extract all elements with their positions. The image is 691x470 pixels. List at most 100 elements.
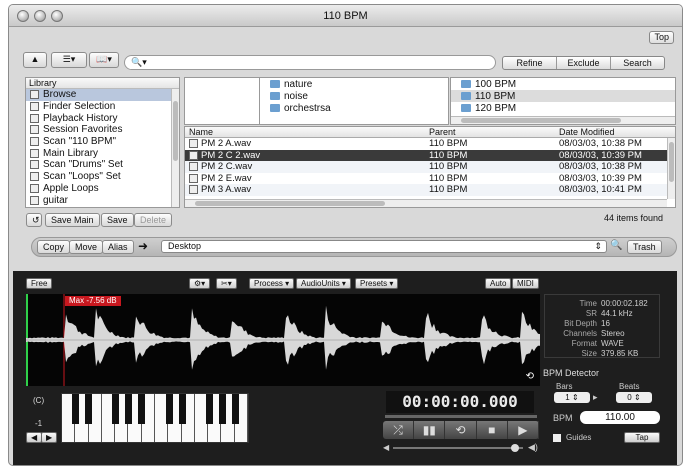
waveform-view[interactable]: Max -7.56 dB ⟲ bbox=[26, 294, 540, 386]
shuffle-icon[interactable]: ⤮ bbox=[383, 421, 415, 439]
black-key[interactable] bbox=[232, 394, 239, 424]
guides-checkbox[interactable] bbox=[553, 434, 561, 442]
scroll-thumb[interactable] bbox=[173, 101, 178, 161]
waveform bbox=[26, 294, 540, 386]
audio-file-icon bbox=[189, 185, 198, 195]
black-key[interactable] bbox=[138, 394, 145, 424]
save-main-button[interactable]: Save Main bbox=[45, 213, 100, 227]
audiounits-menu[interactable]: AudioUnits ▾ bbox=[296, 278, 351, 289]
search-input[interactable]: 🔍▾ bbox=[124, 55, 496, 70]
play-icon[interactable]: ▶ bbox=[508, 421, 540, 439]
volume-thumb[interactable] bbox=[511, 444, 519, 452]
sidebar-item-main-library[interactable]: Main Library bbox=[26, 147, 179, 159]
black-key[interactable] bbox=[85, 394, 92, 424]
table-row[interactable]: PM 2 A.wav 110 BPM 08/03/03, 10:38 PM bbox=[185, 138, 675, 150]
save-button[interactable]: Save bbox=[101, 213, 134, 227]
bpm-field[interactable]: 110.00 bbox=[580, 411, 660, 424]
black-key[interactable] bbox=[112, 394, 119, 424]
delete-button[interactable]: Delete bbox=[134, 213, 173, 227]
search-icon[interactable]: 🔍 bbox=[610, 240, 622, 251]
title-bar: 110 BPM bbox=[9, 5, 682, 27]
table-row-selected[interactable]: PM 2 C 2.wav 110 BPM 08/03/03, 10:39 PM bbox=[185, 149, 675, 161]
loop-toggle-icon[interactable]: ⟲ bbox=[445, 421, 477, 439]
search-button[interactable]: Search bbox=[611, 57, 664, 69]
black-key[interactable] bbox=[166, 394, 173, 424]
table-row[interactable]: PM 3 A.wav 110 BPM 08/03/03, 10:41 PM bbox=[185, 184, 675, 196]
eject-icon[interactable]: ▲ bbox=[23, 52, 47, 68]
column-middle: nature noise orchestrsa bbox=[259, 77, 449, 125]
scroll-thumb[interactable] bbox=[461, 118, 621, 123]
parent-cell: 110 BPM bbox=[429, 161, 468, 172]
list-view-icon[interactable]: ☰▾ bbox=[51, 52, 87, 68]
process-menu[interactable]: Process ▾ bbox=[249, 278, 295, 289]
top-button[interactable]: Top bbox=[649, 31, 674, 44]
parent-cell: 110 BPM bbox=[429, 172, 468, 184]
column-header-parent[interactable]: Parent bbox=[425, 127, 555, 137]
trash-button[interactable]: Trash bbox=[627, 240, 662, 254]
transport-controls: ⤮ ▮▮ ⟲ ■ ▶ bbox=[383, 421, 540, 439]
tap-button[interactable]: Tap bbox=[624, 432, 660, 443]
file-list-hscroll[interactable] bbox=[185, 199, 667, 207]
piano-keyboard[interactable] bbox=[61, 393, 249, 443]
table-row[interactable]: PM 2 E.wav 110 BPM 08/03/03, 10:39 PM bbox=[185, 173, 675, 185]
refine-button[interactable]: Refine bbox=[503, 57, 557, 69]
sidebar-item-scan-loops[interactable]: Scan "Loops" Set bbox=[26, 171, 179, 183]
list-item[interactable]: orchestrsa bbox=[260, 102, 448, 114]
tools-icon[interactable]: ✂▾ bbox=[216, 278, 237, 289]
book-icon[interactable]: 📖▾ bbox=[89, 52, 119, 68]
move-button[interactable]: Move bbox=[69, 240, 104, 254]
pause-icon[interactable]: ▮▮ bbox=[414, 421, 446, 439]
sidebar-item-browse[interactable]: Browse bbox=[26, 89, 179, 101]
destination-field[interactable]: Desktop ⇕ bbox=[161, 240, 607, 253]
sidebar-item-guitar[interactable]: guitar bbox=[26, 194, 179, 206]
black-key[interactable] bbox=[179, 394, 186, 424]
midi-button[interactable]: MIDI bbox=[512, 278, 539, 289]
table-row[interactable]: PM 2 C.wav 110 BPM 08/03/03, 10:38 PM bbox=[185, 161, 675, 173]
list-item[interactable]: 120 BPM bbox=[451, 102, 675, 114]
sidebar-item-scan-drums[interactable]: Scan "Drums" Set bbox=[26, 159, 179, 171]
octave-down-button[interactable]: ◀ bbox=[26, 432, 43, 443]
alias-button[interactable]: Alias bbox=[102, 240, 134, 254]
sidebar-item-session-favorites[interactable]: Session Favorites bbox=[26, 124, 179, 136]
search-icon: 🔍▾ bbox=[131, 57, 147, 67]
list-item[interactable]: nature bbox=[260, 78, 448, 90]
stop-icon[interactable]: ■ bbox=[477, 421, 508, 439]
volume-slider[interactable] bbox=[393, 444, 523, 452]
list-item[interactable]: noise bbox=[260, 90, 448, 102]
library-scrollbar[interactable] bbox=[171, 89, 179, 207]
date-cell: 08/03/03, 10:38 PM bbox=[559, 138, 642, 149]
exclude-button[interactable]: Exclude bbox=[557, 57, 611, 69]
file-info-panel: Time 00:00:02.182 SR 44.1 kHz Bit Depth 16 … bbox=[544, 294, 660, 358]
free-button[interactable]: Free bbox=[26, 278, 53, 289]
column-hscroll[interactable] bbox=[451, 116, 675, 124]
black-key[interactable] bbox=[72, 394, 79, 424]
black-key[interactable] bbox=[206, 394, 213, 424]
octave-up-button[interactable]: ▶ bbox=[41, 432, 58, 443]
refresh-icon[interactable]: ↺ bbox=[26, 213, 42, 227]
loop-icon[interactable]: ⟲ bbox=[526, 371, 534, 382]
sidebar-item-apple-loops[interactable]: Apple Loops bbox=[26, 183, 179, 195]
arrow-right-icon: ➜ bbox=[138, 239, 149, 253]
black-key[interactable] bbox=[219, 394, 226, 424]
beats-stepper[interactable]: 0 ⇕ bbox=[616, 392, 652, 403]
bars-stepper[interactable]: 1 ⇕ bbox=[554, 392, 590, 403]
sidebar-item-scan-110bpm[interactable]: Scan "110 BPM" bbox=[26, 136, 179, 148]
auto-button[interactable]: Auto bbox=[485, 278, 512, 289]
list-item[interactable]: 110 BPM bbox=[451, 90, 675, 102]
position-slider[interactable] bbox=[385, 415, 537, 418]
copy-button[interactable]: Copy bbox=[37, 240, 71, 254]
scroll-thumb[interactable] bbox=[195, 201, 385, 206]
file-list-scrollbar[interactable] bbox=[667, 138, 675, 199]
scroll-thumb[interactable] bbox=[669, 142, 674, 182]
gear-icon[interactable]: ⚙▾ bbox=[189, 278, 211, 289]
presets-menu[interactable]: Presets ▾ bbox=[355, 278, 399, 289]
window-title: 110 BPM bbox=[323, 10, 368, 22]
column-header-name[interactable]: Name bbox=[185, 127, 425, 137]
column-header-date[interactable]: Date Modified bbox=[555, 127, 665, 137]
folder-icon bbox=[30, 183, 39, 193]
black-key[interactable] bbox=[125, 394, 132, 424]
sidebar-item-finder-selection[interactable]: Finder Selection bbox=[26, 101, 179, 113]
sidebar-item-playback-history[interactable]: Playback History bbox=[26, 112, 179, 124]
info-bitdepth: Bit Depth 16 bbox=[564, 319, 610, 328]
list-item[interactable]: 100 BPM bbox=[451, 78, 675, 90]
